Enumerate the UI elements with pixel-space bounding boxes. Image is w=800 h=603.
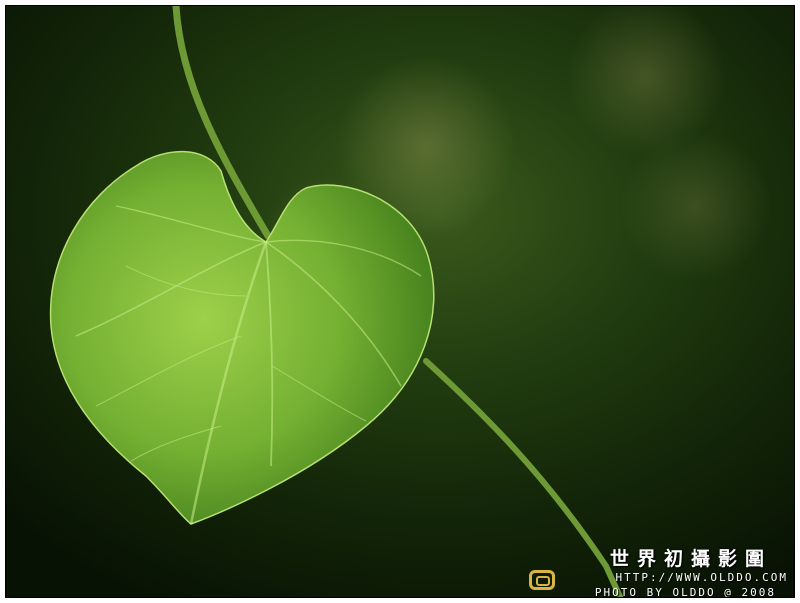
- leaf-photo: 世界初攝影圍 HTTP://WWW.OLDDO.COM PHOTO BY OLD…: [5, 5, 795, 598]
- watermark-url: HTTP://WWW.OLDDO.COM: [615, 571, 788, 584]
- olddo-logo-icon: [529, 570, 555, 590]
- image-frame: 世界初攝影圍 HTTP://WWW.OLDDO.COM PHOTO BY OLD…: [0, 0, 800, 603]
- watermark-title: 世界初攝影圍: [609, 548, 772, 570]
- watermark-credit: PHOTO BY OLDDO @ 2008: [594, 586, 776, 598]
- photo-scene: [6, 6, 794, 597]
- bokeh-light: [621, 131, 771, 281]
